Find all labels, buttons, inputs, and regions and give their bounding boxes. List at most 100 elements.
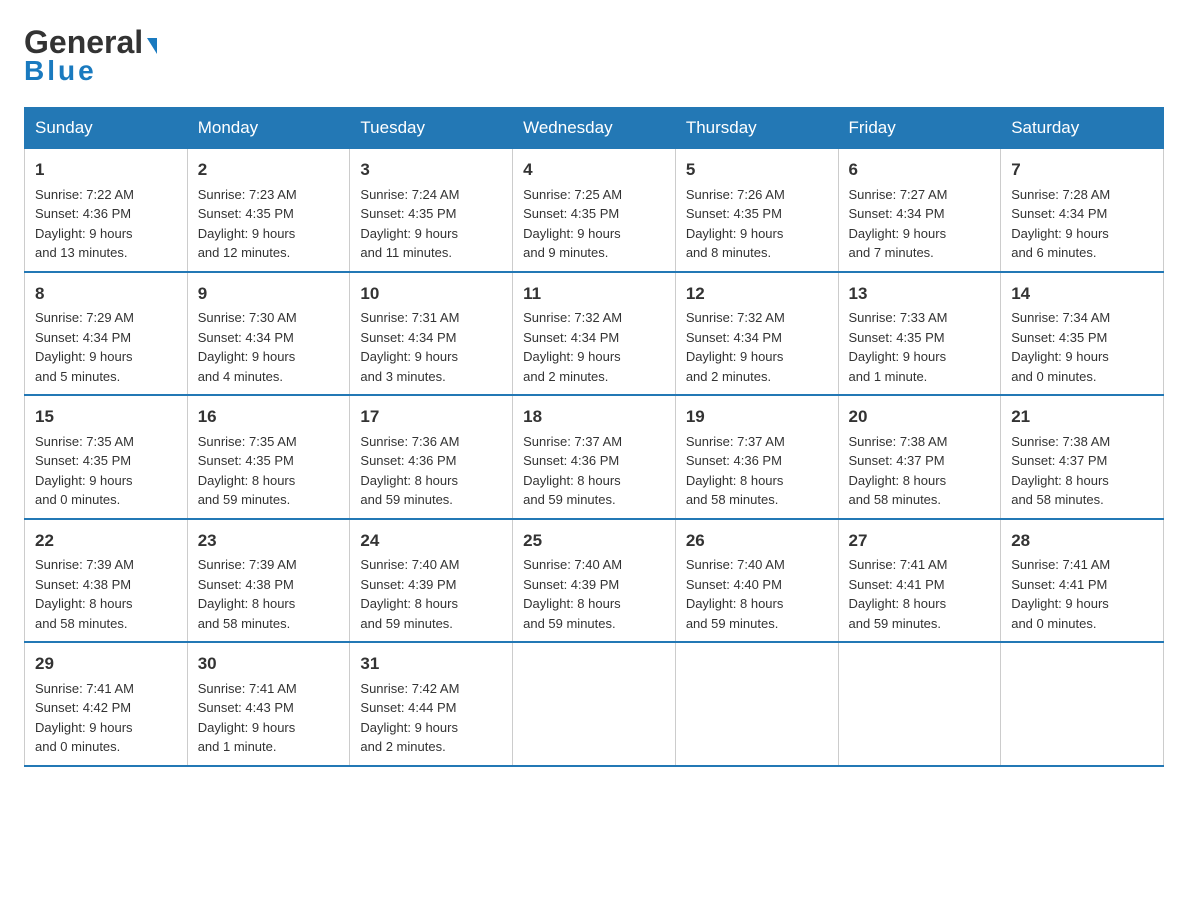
weekday-header-thursday: Thursday [675, 108, 838, 149]
day-info: Sunrise: 7:32 AM Sunset: 4:34 PM Dayligh… [686, 308, 828, 386]
day-number: 19 [686, 404, 828, 430]
calendar-cell: 8 Sunrise: 7:29 AM Sunset: 4:34 PM Dayli… [25, 272, 188, 396]
day-number: 13 [849, 281, 991, 307]
day-info: Sunrise: 7:24 AM Sunset: 4:35 PM Dayligh… [360, 185, 502, 263]
calendar-cell: 21 Sunrise: 7:38 AM Sunset: 4:37 PM Dayl… [1001, 395, 1164, 519]
day-info: Sunrise: 7:22 AM Sunset: 4:36 PM Dayligh… [35, 185, 177, 263]
day-info: Sunrise: 7:41 AM Sunset: 4:41 PM Dayligh… [1011, 555, 1153, 633]
day-info: Sunrise: 7:38 AM Sunset: 4:37 PM Dayligh… [849, 432, 991, 510]
weekday-header-sunday: Sunday [25, 108, 188, 149]
day-number: 5 [686, 157, 828, 183]
calendar-cell: 6 Sunrise: 7:27 AM Sunset: 4:34 PM Dayli… [838, 149, 1001, 272]
day-info: Sunrise: 7:32 AM Sunset: 4:34 PM Dayligh… [523, 308, 665, 386]
day-number: 25 [523, 528, 665, 554]
day-info: Sunrise: 7:42 AM Sunset: 4:44 PM Dayligh… [360, 679, 502, 757]
day-number: 12 [686, 281, 828, 307]
calendar-week-row: 8 Sunrise: 7:29 AM Sunset: 4:34 PM Dayli… [25, 272, 1164, 396]
calendar-cell: 22 Sunrise: 7:39 AM Sunset: 4:38 PM Dayl… [25, 519, 188, 643]
day-info: Sunrise: 7:27 AM Sunset: 4:34 PM Dayligh… [849, 185, 991, 263]
calendar-cell [675, 642, 838, 766]
calendar-week-row: 1 Sunrise: 7:22 AM Sunset: 4:36 PM Dayli… [25, 149, 1164, 272]
day-number: 11 [523, 281, 665, 307]
day-number: 14 [1011, 281, 1153, 307]
calendar-cell [1001, 642, 1164, 766]
calendar-cell: 18 Sunrise: 7:37 AM Sunset: 4:36 PM Dayl… [513, 395, 676, 519]
calendar-cell: 5 Sunrise: 7:26 AM Sunset: 4:35 PM Dayli… [675, 149, 838, 272]
day-info: Sunrise: 7:40 AM Sunset: 4:39 PM Dayligh… [523, 555, 665, 633]
calendar-cell: 11 Sunrise: 7:32 AM Sunset: 4:34 PM Dayl… [513, 272, 676, 396]
day-info: Sunrise: 7:39 AM Sunset: 4:38 PM Dayligh… [35, 555, 177, 633]
page-header: General Blue [24, 24, 1164, 87]
day-info: Sunrise: 7:38 AM Sunset: 4:37 PM Dayligh… [1011, 432, 1153, 510]
calendar-cell: 24 Sunrise: 7:40 AM Sunset: 4:39 PM Dayl… [350, 519, 513, 643]
calendar-cell: 26 Sunrise: 7:40 AM Sunset: 4:40 PM Dayl… [675, 519, 838, 643]
day-number: 28 [1011, 528, 1153, 554]
day-number: 10 [360, 281, 502, 307]
calendar-week-row: 29 Sunrise: 7:41 AM Sunset: 4:42 PM Dayl… [25, 642, 1164, 766]
calendar-cell: 20 Sunrise: 7:38 AM Sunset: 4:37 PM Dayl… [838, 395, 1001, 519]
calendar-cell: 10 Sunrise: 7:31 AM Sunset: 4:34 PM Dayl… [350, 272, 513, 396]
calendar-cell: 29 Sunrise: 7:41 AM Sunset: 4:42 PM Dayl… [25, 642, 188, 766]
calendar-cell [513, 642, 676, 766]
day-number: 29 [35, 651, 177, 677]
logo-triangle-icon [147, 38, 157, 54]
day-number: 20 [849, 404, 991, 430]
day-number: 23 [198, 528, 340, 554]
weekday-header-row: SundayMondayTuesdayWednesdayThursdayFrid… [25, 108, 1164, 149]
day-number: 31 [360, 651, 502, 677]
day-info: Sunrise: 7:41 AM Sunset: 4:43 PM Dayligh… [198, 679, 340, 757]
calendar-week-row: 22 Sunrise: 7:39 AM Sunset: 4:38 PM Dayl… [25, 519, 1164, 643]
calendar-cell: 12 Sunrise: 7:32 AM Sunset: 4:34 PM Dayl… [675, 272, 838, 396]
day-number: 1 [35, 157, 177, 183]
day-info: Sunrise: 7:31 AM Sunset: 4:34 PM Dayligh… [360, 308, 502, 386]
calendar-cell: 9 Sunrise: 7:30 AM Sunset: 4:34 PM Dayli… [187, 272, 350, 396]
calendar-cell: 3 Sunrise: 7:24 AM Sunset: 4:35 PM Dayli… [350, 149, 513, 272]
day-info: Sunrise: 7:25 AM Sunset: 4:35 PM Dayligh… [523, 185, 665, 263]
day-number: 16 [198, 404, 340, 430]
calendar-cell: 4 Sunrise: 7:25 AM Sunset: 4:35 PM Dayli… [513, 149, 676, 272]
calendar-cell: 27 Sunrise: 7:41 AM Sunset: 4:41 PM Dayl… [838, 519, 1001, 643]
day-info: Sunrise: 7:39 AM Sunset: 4:38 PM Dayligh… [198, 555, 340, 633]
day-number: 15 [35, 404, 177, 430]
calendar-cell: 25 Sunrise: 7:40 AM Sunset: 4:39 PM Dayl… [513, 519, 676, 643]
day-number: 27 [849, 528, 991, 554]
calendar-cell: 7 Sunrise: 7:28 AM Sunset: 4:34 PM Dayli… [1001, 149, 1164, 272]
day-info: Sunrise: 7:30 AM Sunset: 4:34 PM Dayligh… [198, 308, 340, 386]
day-info: Sunrise: 7:23 AM Sunset: 4:35 PM Dayligh… [198, 185, 340, 263]
day-number: 2 [198, 157, 340, 183]
day-number: 18 [523, 404, 665, 430]
day-number: 3 [360, 157, 502, 183]
day-info: Sunrise: 7:35 AM Sunset: 4:35 PM Dayligh… [198, 432, 340, 510]
day-number: 8 [35, 281, 177, 307]
day-info: Sunrise: 7:41 AM Sunset: 4:41 PM Dayligh… [849, 555, 991, 633]
day-info: Sunrise: 7:37 AM Sunset: 4:36 PM Dayligh… [523, 432, 665, 510]
day-number: 21 [1011, 404, 1153, 430]
day-number: 24 [360, 528, 502, 554]
calendar-week-row: 15 Sunrise: 7:35 AM Sunset: 4:35 PM Dayl… [25, 395, 1164, 519]
calendar-cell [838, 642, 1001, 766]
calendar-cell: 16 Sunrise: 7:35 AM Sunset: 4:35 PM Dayl… [187, 395, 350, 519]
calendar-cell: 28 Sunrise: 7:41 AM Sunset: 4:41 PM Dayl… [1001, 519, 1164, 643]
day-number: 17 [360, 404, 502, 430]
logo: General Blue [24, 24, 157, 87]
day-info: Sunrise: 7:36 AM Sunset: 4:36 PM Dayligh… [360, 432, 502, 510]
calendar-cell: 31 Sunrise: 7:42 AM Sunset: 4:44 PM Dayl… [350, 642, 513, 766]
calendar-cell: 30 Sunrise: 7:41 AM Sunset: 4:43 PM Dayl… [187, 642, 350, 766]
day-info: Sunrise: 7:26 AM Sunset: 4:35 PM Dayligh… [686, 185, 828, 263]
day-number: 4 [523, 157, 665, 183]
weekday-header-saturday: Saturday [1001, 108, 1164, 149]
weekday-header-wednesday: Wednesday [513, 108, 676, 149]
logo-blue: Blue [24, 55, 97, 87]
day-info: Sunrise: 7:40 AM Sunset: 4:39 PM Dayligh… [360, 555, 502, 633]
day-number: 6 [849, 157, 991, 183]
day-info: Sunrise: 7:28 AM Sunset: 4:34 PM Dayligh… [1011, 185, 1153, 263]
day-info: Sunrise: 7:37 AM Sunset: 4:36 PM Dayligh… [686, 432, 828, 510]
day-info: Sunrise: 7:34 AM Sunset: 4:35 PM Dayligh… [1011, 308, 1153, 386]
day-info: Sunrise: 7:35 AM Sunset: 4:35 PM Dayligh… [35, 432, 177, 510]
day-info: Sunrise: 7:29 AM Sunset: 4:34 PM Dayligh… [35, 308, 177, 386]
calendar-cell: 14 Sunrise: 7:34 AM Sunset: 4:35 PM Dayl… [1001, 272, 1164, 396]
calendar-cell: 2 Sunrise: 7:23 AM Sunset: 4:35 PM Dayli… [187, 149, 350, 272]
calendar-table: SundayMondayTuesdayWednesdayThursdayFrid… [24, 107, 1164, 767]
weekday-header-tuesday: Tuesday [350, 108, 513, 149]
calendar-cell: 17 Sunrise: 7:36 AM Sunset: 4:36 PM Dayl… [350, 395, 513, 519]
